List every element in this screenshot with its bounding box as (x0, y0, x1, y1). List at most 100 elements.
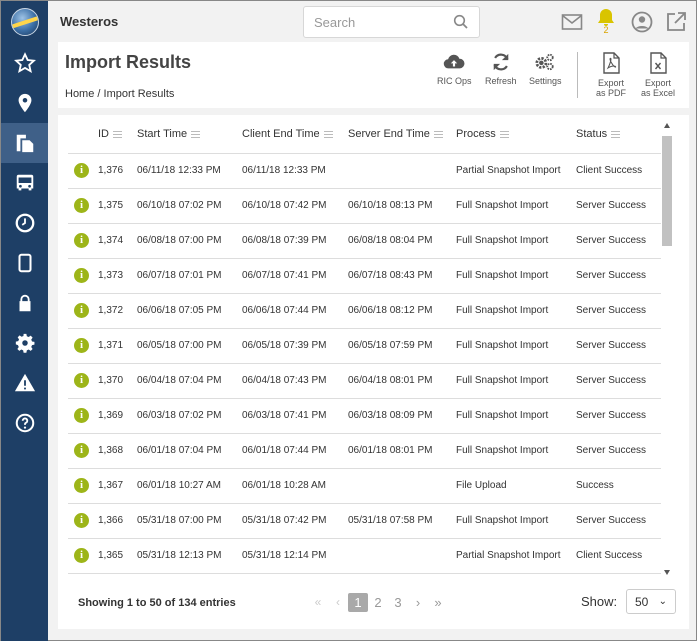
mail-icon[interactable] (560, 10, 584, 34)
info-icon[interactable]: i (74, 373, 89, 388)
table-scrollbar[interactable] (661, 121, 673, 575)
cell-server-end-time: 06/07/18 08:43 PM (348, 258, 456, 294)
cell-status: Server Success (576, 223, 661, 259)
sidebar-item-devices[interactable] (1, 243, 48, 283)
cell-client-end-time: 06/01/18 07:44 PM (242, 433, 348, 469)
search-input[interactable] (304, 7, 444, 37)
cell-status: Client Success (576, 538, 661, 574)
cell-id: 1,373 (98, 258, 137, 294)
sidebar-item-favorites[interactable] (1, 43, 48, 83)
table-row[interactable]: i 1,368 06/01/18 07:04 PM 06/01/18 07:44 PM… (68, 433, 661, 469)
info-icon[interactable]: i (74, 443, 89, 458)
info-icon[interactable]: i (74, 198, 89, 213)
page-2-button[interactable]: 2 (368, 595, 388, 610)
info-icon[interactable]: i (74, 303, 89, 318)
top-bar: Westeros 2 (48, 1, 696, 42)
table-row[interactable]: i 1,373 06/07/18 07:01 PM 06/07/18 07:41 PM… (68, 258, 661, 294)
sidebar-item-settings[interactable] (1, 323, 48, 363)
cell-id: 1,369 (98, 398, 137, 434)
cell-id: 1,375 (98, 188, 137, 224)
next-page-icon[interactable]: › (408, 595, 428, 610)
app-logo[interactable] (1, 1, 48, 43)
export-excel-label-1: Export (645, 78, 672, 88)
cell-process: Full Snapshot Import (456, 188, 576, 224)
user-avatar-icon[interactable] (630, 10, 654, 34)
scroll-up-arrow-icon[interactable] (664, 123, 670, 128)
prev-page-icon[interactable]: ‹ (328, 595, 348, 609)
cell-status: Server Success (576, 433, 661, 469)
sidebar-item-imports[interactable] (1, 123, 48, 163)
page-3-button[interactable]: 3 (388, 595, 408, 610)
table-row[interactable]: i 1,374 06/08/18 07:00 PM 06/08/18 07:39 PM… (68, 223, 661, 259)
page-size-value: 50 (635, 595, 649, 609)
cell-process: Full Snapshot Import (456, 293, 576, 329)
table-row[interactable]: i 1,375 06/10/18 07:02 PM 06/10/18 07:42 PM… (68, 188, 661, 224)
last-page-icon[interactable]: » (428, 595, 448, 610)
sidebar-item-alerts[interactable] (1, 363, 48, 403)
export-pdf-button[interactable]: Export as PDF (596, 52, 626, 98)
table-row[interactable]: i 1,371 06/05/18 07:00 PM 06/05/18 07:39 PM… (68, 328, 661, 364)
info-cell: i (68, 223, 98, 259)
table-header-row: ID Start Time Client End Time Server End… (68, 115, 661, 154)
info-icon[interactable]: i (74, 268, 89, 283)
search-icon[interactable] (453, 14, 469, 30)
ric-ops-button[interactable]: RIC Ops (437, 52, 472, 86)
info-icon[interactable]: i (74, 233, 89, 248)
info-icon[interactable]: i (74, 408, 89, 423)
export-pdf-label-1: Export (598, 78, 625, 88)
pagination: « ‹ 1 2 3 › » (308, 592, 448, 612)
cell-process: Full Snapshot Import (456, 503, 576, 539)
bus-icon (16, 174, 33, 191)
cell-client-end-time: 06/11/18 12:33 PM (242, 153, 348, 189)
app-title: Westeros (60, 14, 119, 29)
table-row[interactable]: i 1,372 06/06/18 07:05 PM 06/06/18 07:44 PM… (68, 293, 661, 329)
cell-status: Server Success (576, 398, 661, 434)
sidebar-item-vehicles[interactable] (1, 163, 48, 203)
cell-start-time: 06/08/18 07:00 PM (137, 223, 242, 259)
page-size-select[interactable]: 50 ⌄ (626, 589, 676, 614)
table-row[interactable]: i 1,365 05/31/18 12:13 PM 05/31/18 12:14 PM… (68, 538, 661, 574)
scroll-down-arrow-icon[interactable] (664, 570, 670, 575)
column-header-start-time[interactable]: Start Time (137, 115, 242, 154)
cell-status: Server Success (576, 258, 661, 294)
results-table-container[interactable]: ID Start Time Client End Time Server End… (68, 115, 671, 574)
table-row[interactable]: i 1,366 05/31/18 07:00 PM 05/31/18 07:42 PM… (68, 503, 661, 539)
column-header-process[interactable]: Process (456, 115, 576, 154)
column-header-server-end-time[interactable]: Server End Time (348, 115, 456, 154)
table-row[interactable]: i 1,370 06/04/18 07:04 PM 06/04/18 07:43 PM… (68, 363, 661, 399)
cell-server-end-time: 06/01/18 08:01 PM (348, 433, 456, 469)
info-icon[interactable]: i (74, 163, 89, 178)
cell-server-end-time: 06/08/18 08:04 PM (348, 223, 456, 259)
table-row[interactable]: i 1,376 06/11/18 12:33 PM 06/11/18 12:33 PM… (68, 153, 661, 189)
cell-status: Server Success (576, 188, 661, 224)
refresh-button[interactable]: Refresh (485, 52, 517, 86)
table-row[interactable]: i 1,369 06/03/18 07:02 PM 06/03/18 07:41 PM… (68, 398, 661, 434)
chevron-down-icon: ⌄ (658, 596, 667, 607)
external-link-icon[interactable] (664, 10, 688, 34)
scrollbar-thumb[interactable] (662, 136, 672, 246)
page-1-button[interactable]: 1 (348, 592, 368, 612)
column-header-client-end-time[interactable]: Client End Time (242, 115, 348, 154)
first-page-icon[interactable]: « (308, 595, 328, 609)
search-box[interactable] (303, 6, 480, 38)
info-icon[interactable]: i (74, 513, 89, 528)
cell-client-end-time: 05/31/18 12:14 PM (242, 538, 348, 574)
table-row[interactable]: i 1,367 06/01/18 10:27 AM 06/01/18 10:28 AM… (68, 468, 661, 504)
info-icon[interactable]: i (74, 338, 89, 353)
help-icon (15, 413, 34, 433)
sidebar-item-security[interactable] (1, 283, 48, 323)
column-header-status[interactable]: Status (576, 115, 661, 154)
info-icon[interactable]: i (74, 548, 89, 563)
sidebar-item-help[interactable] (1, 403, 48, 443)
settings-button[interactable]: Settings (529, 52, 562, 86)
breadcrumb[interactable]: Home / Import Results (65, 88, 174, 100)
column-header-id[interactable]: ID (98, 115, 137, 154)
refresh-icon (493, 53, 509, 71)
lock-icon (19, 294, 30, 312)
sidebar-item-locations[interactable] (1, 83, 48, 123)
info-icon[interactable]: i (74, 478, 89, 493)
export-excel-button[interactable]: Export as Excel (641, 52, 675, 98)
gear-icon (15, 333, 34, 353)
sidebar-item-schedule[interactable] (1, 203, 48, 243)
cell-id: 1,370 (98, 363, 137, 399)
